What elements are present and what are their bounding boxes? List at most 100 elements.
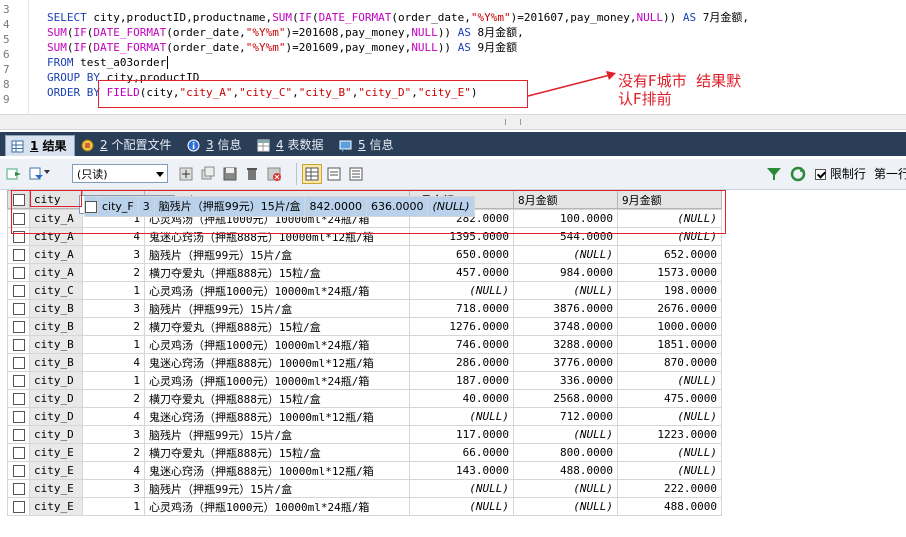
cell-august-amount[interactable]: 488.0000	[512, 461, 618, 480]
cell-july-amount[interactable]: (NULL)	[408, 497, 514, 516]
table-row[interactable]: city_F 3 脑残片（押瓶99元）15片/盒 842.0000 636.0000 (N…	[79, 195, 475, 217]
row-checkbox-cell[interactable]	[7, 299, 30, 318]
cell-productid[interactable]: 4	[82, 227, 145, 246]
limit-rows-checkbox[interactable]	[815, 169, 826, 180]
cell-august-amount[interactable]: 2568.0000	[512, 389, 618, 408]
cell-city[interactable]: city_A	[29, 209, 83, 228]
row-checkbox-cell[interactable]	[7, 245, 30, 264]
cell-august-amount[interactable]: 3288.0000	[512, 335, 618, 354]
row-checkbox-cell[interactable]	[7, 281, 30, 300]
cell-productname[interactable]: 横刀夺爱丸（押瓶888元）15粒/盒	[143, 317, 410, 336]
table-row[interactable]: city_A 4 鬼迷心窍汤（押瓶888元）10000ml*12瓶/箱 1395.00…	[7, 227, 722, 246]
table-row[interactable]: city_A 3 脑残片（押瓶99元）15片/盒 650.0000 (NULL) 652.…	[7, 245, 722, 264]
scrollbar-grip[interactable]	[505, 119, 521, 125]
row-checkbox[interactable]	[12, 213, 25, 225]
row-checkbox-cell[interactable]	[7, 227, 30, 246]
cell-productid[interactable]: 2	[82, 389, 145, 408]
cell-city[interactable]: city_B	[29, 317, 83, 336]
cell-productid[interactable]: 1	[82, 335, 145, 354]
cell-productid[interactable]: 4	[82, 353, 145, 372]
cell-city[interactable]: city_A	[29, 227, 83, 246]
cell-productid[interactable]: 3	[82, 299, 145, 318]
cell-productid[interactable]: 3	[82, 425, 145, 444]
cell-productid[interactable]: 2	[82, 263, 145, 282]
cell-productid[interactable]: 4	[82, 407, 145, 426]
cell-productid[interactable]: 2	[82, 317, 145, 336]
row-checkbox-cell[interactable]	[7, 263, 30, 282]
cell-august-amount[interactable]: 100.0000	[512, 209, 618, 228]
select-all-checkbox-cell[interactable]	[7, 190, 30, 209]
cell-july-amount[interactable]: 1395.0000	[408, 227, 514, 246]
row-checkbox-cell[interactable]	[7, 353, 30, 372]
cell-september-amount[interactable]: 1223.0000	[616, 425, 722, 444]
cell-productname[interactable]: 鬼迷心窍汤（押瓶888元）10000ml*12瓶/箱	[143, 227, 410, 246]
cell-city[interactable]: city_F	[97, 196, 139, 217]
cell-city[interactable]: city_D	[29, 425, 83, 444]
cell-july-amount[interactable]: 117.0000	[408, 425, 514, 444]
cell-productid[interactable]: 1	[82, 281, 145, 300]
table-row[interactable]: city_B 1 心灵鸡汤（押瓶1000元）10000ml*24瓶/箱 746.000…	[7, 335, 722, 354]
row-checkbox[interactable]	[12, 501, 25, 513]
cell-july-amount[interactable]: 286.0000	[408, 353, 514, 372]
cell-productid[interactable]: 1	[82, 371, 145, 390]
mode-select[interactable]: (只读)	[72, 164, 168, 183]
refresh-icon[interactable]	[790, 166, 806, 182]
cell-city[interactable]: city_C	[29, 281, 83, 300]
table-row[interactable]: city_B 4 鬼迷心窍汤（押瓶888元）10000ml*12瓶/箱 286.000…	[7, 353, 722, 372]
cell-city[interactable]: city_B	[29, 299, 83, 318]
cell-productid[interactable]: 2	[82, 443, 145, 462]
cell-september-amount[interactable]: (NULL)	[616, 461, 722, 480]
column-header-september-amount[interactable]: 9月金额	[616, 190, 722, 209]
cell-july-amount[interactable]: 842.0000	[304, 196, 367, 217]
cancel-changes-icon[interactable]	[266, 166, 282, 182]
filter-icon[interactable]	[766, 166, 782, 182]
limit-rows-option[interactable]: 限制行	[815, 165, 866, 183]
cell-july-amount[interactable]: 66.0000	[408, 443, 514, 462]
cell-august-amount[interactable]: 3776.0000	[512, 353, 618, 372]
column-header-city[interactable]: city	[29, 190, 83, 209]
cell-september-amount[interactable]: 198.0000	[616, 281, 722, 300]
trash-icon[interactable]	[244, 166, 260, 182]
table-row[interactable]: city_E 2 横刀夺爱丸（押瓶888元）15粒/盒 66.0000 800.0000…	[7, 443, 722, 462]
cell-city[interactable]: city_A	[29, 245, 83, 264]
cell-august-amount[interactable]: (NULL)	[512, 497, 618, 516]
cell-august-amount[interactable]: 984.0000	[512, 263, 618, 282]
cell-productname[interactable]: 鬼迷心窍汤（押瓶888元）10000ml*12瓶/箱	[143, 407, 410, 426]
cell-productid[interactable]: 3	[82, 245, 145, 264]
export-icon[interactable]	[6, 166, 22, 182]
cell-productid[interactable]: 1	[82, 497, 145, 516]
cell-productname[interactable]: 鬼迷心窍汤（押瓶888元）10000ml*12瓶/箱	[143, 353, 410, 372]
cell-productname[interactable]: 脑残片（押瓶99元）15片/盒	[143, 425, 410, 444]
row-checkbox-cell[interactable]	[7, 335, 30, 354]
row-checkbox-cell[interactable]	[7, 461, 30, 480]
cell-productname[interactable]: 心灵鸡汤（押瓶1000元）10000ml*24瓶/箱	[143, 371, 410, 390]
cell-september-amount[interactable]: (NULL)	[616, 209, 722, 228]
table-row[interactable]: city_B 2 横刀夺爱丸（押瓶888元）15粒/盒 1276.0000 3748.0…	[7, 317, 722, 336]
cell-city[interactable]: city_D	[29, 389, 83, 408]
cell-productname[interactable]: 心灵鸡汤（押瓶1000元）10000ml*24瓶/箱	[143, 335, 410, 354]
cell-productid[interactable]: 3	[82, 479, 145, 498]
row-checkbox-cell[interactable]	[7, 389, 30, 408]
cell-august-amount[interactable]: 3876.0000	[512, 299, 618, 318]
row-checkbox-cell[interactable]	[7, 479, 30, 498]
row-checkbox-cell[interactable]	[7, 407, 30, 426]
cell-productid[interactable]: 3	[137, 196, 155, 217]
row-checkbox[interactable]	[12, 249, 25, 261]
cell-productname[interactable]: 心灵鸡汤（押瓶1000元）10000ml*24瓶/箱	[143, 497, 410, 516]
row-checkbox-cell[interactable]	[7, 371, 30, 390]
row-checkbox[interactable]	[12, 357, 25, 369]
row-checkbox[interactable]	[12, 411, 25, 423]
cell-city[interactable]: city_E	[29, 443, 83, 462]
cell-july-amount[interactable]: 746.0000	[408, 335, 514, 354]
chevron-down-icon[interactable]	[44, 170, 50, 174]
cell-productid[interactable]: 4	[82, 461, 145, 480]
tab-info[interactable]: 3 信息	[182, 135, 250, 156]
table-row[interactable]: city_D 3 脑残片（押瓶99元）15片/盒 117.0000 (NULL) 1223…	[7, 425, 722, 444]
cell-september-amount[interactable]: 1573.0000	[616, 263, 722, 282]
tab-table-data[interactable]: 4 表数据	[252, 135, 332, 156]
select-all-checkbox[interactable]	[12, 194, 25, 206]
cell-september-amount[interactable]: 652.0000	[616, 245, 722, 264]
row-checkbox-cell[interactable]	[7, 317, 30, 336]
table-row[interactable]: city_B 3 脑残片（押瓶99元）15片/盒 718.0000 3876.0000 2…	[7, 299, 722, 318]
cell-september-amount[interactable]: 1000.0000	[616, 317, 722, 336]
